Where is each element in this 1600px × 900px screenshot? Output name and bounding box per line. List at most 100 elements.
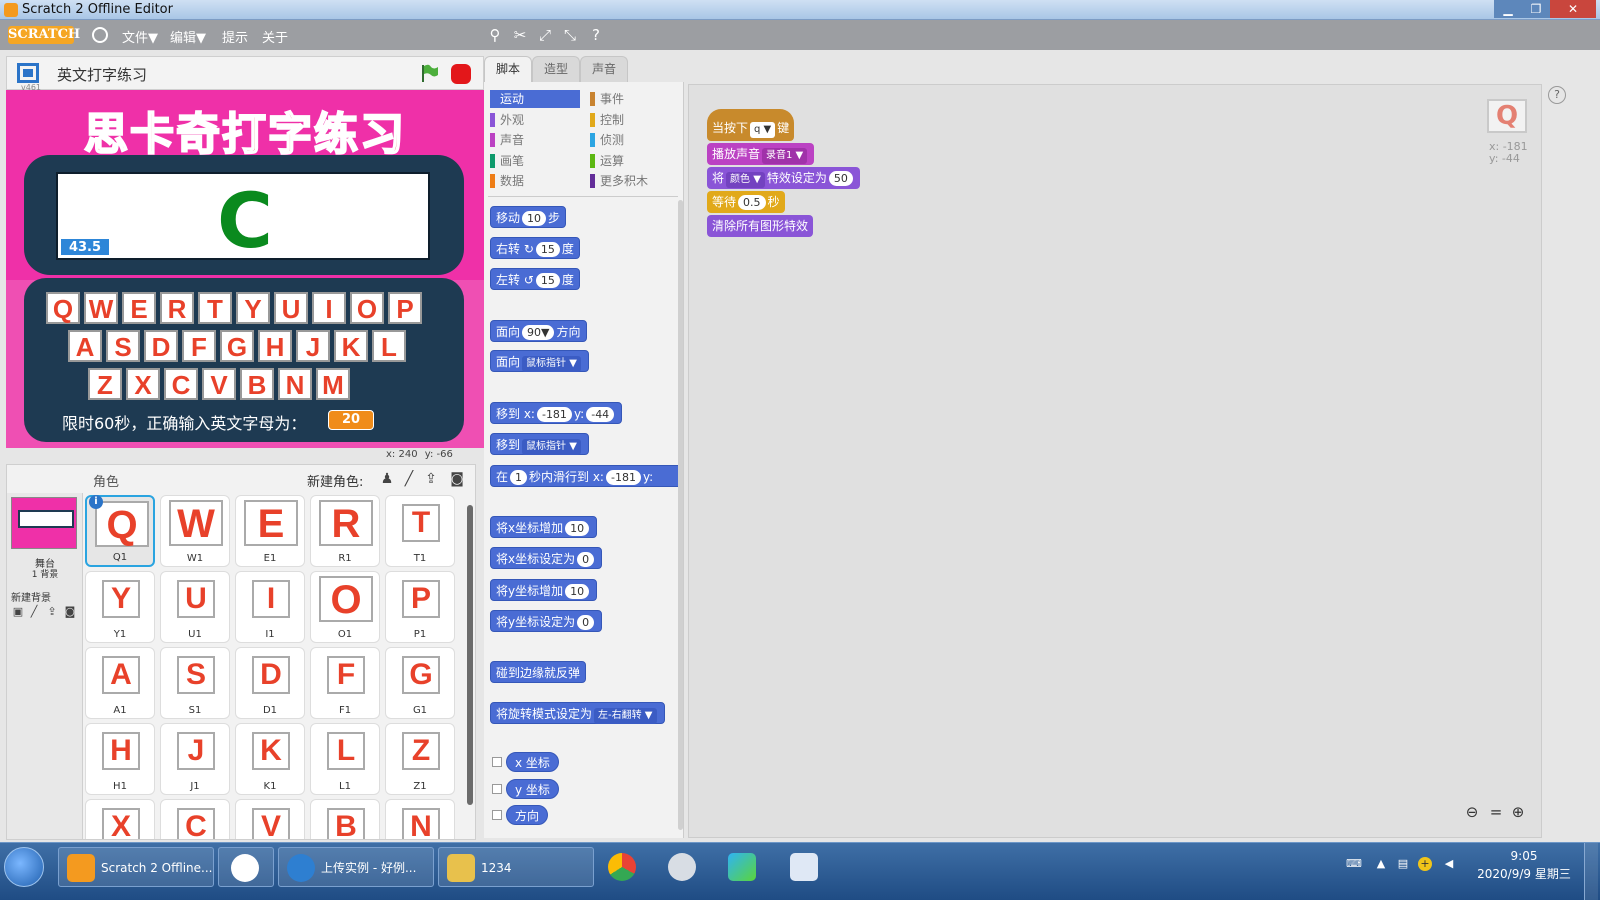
- block-point-towards-dropdown[interactable]: 鼠标指针 ▼: [522, 356, 581, 372]
- block-change-x[interactable]: 将x坐标增加 10: [490, 516, 598, 538]
- help-icon[interactable]: ?: [587, 26, 605, 44]
- effect-dropdown[interactable]: 颜色 ▼: [726, 172, 765, 188]
- side-help-icon[interactable]: ?: [1548, 86, 1566, 104]
- sprite-tile-k[interactable]: K K1: [235, 723, 305, 795]
- block-move-input[interactable]: 10: [522, 211, 547, 226]
- block-glide-secs[interactable]: 1: [510, 470, 528, 485]
- green-flag-icon[interactable]: [419, 63, 439, 83]
- camera-icon[interactable]: ◙: [447, 469, 467, 489]
- checkbox-y-position[interactable]: [492, 784, 502, 794]
- category-6[interactable]: 画笔: [490, 152, 580, 170]
- sprite-scrollbar[interactable]: [467, 505, 473, 805]
- sprite-tile-o[interactable]: O O1: [310, 571, 380, 643]
- sprite-tile-x[interactable]: X: [85, 799, 155, 839]
- language-globe-icon[interactable]: [92, 27, 108, 43]
- cut-icon[interactable]: ✂: [511, 26, 529, 44]
- block-set-x[interactable]: 将x坐标设定为 0: [490, 547, 603, 569]
- wait-value[interactable]: 0.5: [738, 195, 766, 210]
- sprite-tile-y[interactable]: Y Y1: [85, 571, 155, 643]
- sprite-tile-s[interactable]: S S1: [160, 647, 230, 719]
- sprite-tile-t[interactable]: T T1: [385, 495, 455, 567]
- volume-icon[interactable]: ◀: [1442, 857, 1456, 871]
- effect-value[interactable]: 50: [828, 171, 853, 186]
- taskbar-item-browser[interactable]: 上传实例 - 好例...: [278, 847, 434, 887]
- stage-column[interactable]: 舞台 1 背景 新建背景 ▣ ╱ ⇪ ◙: [7, 493, 83, 839]
- checkbox-direction[interactable]: [492, 810, 502, 820]
- stage-canvas[interactable]: 思卡奇打字练习 C 43.5 QWERTYUIOPASDFGHJKLZXCVBN…: [6, 90, 484, 448]
- category-9[interactable]: 更多积木: [590, 172, 680, 190]
- sprite-tile-j[interactable]: J J1: [160, 723, 230, 795]
- menu-edit[interactable]: 编辑▼: [170, 27, 206, 46]
- block-rotation-style[interactable]: 将旋转模式设定为 左-右翻转 ▼: [490, 702, 665, 724]
- sound-dropdown[interactable]: 录音1 ▼: [762, 148, 808, 164]
- key-dropdown[interactable]: q ▼: [750, 122, 776, 138]
- block-turn-right-input[interactable]: 15: [535, 242, 560, 257]
- script-set-effect[interactable]: 将颜色 ▼ 特效设定为 50: [707, 167, 860, 189]
- palette-scrollbar[interactable]: [678, 200, 683, 830]
- block-goto-dropdown[interactable]: 鼠标指针 ▼: [522, 439, 581, 455]
- stop-sign-icon[interactable]: [451, 64, 471, 84]
- reporter-y-position[interactable]: y 坐标: [506, 779, 559, 799]
- block-set-y[interactable]: 将y坐标设定为 0: [490, 610, 603, 632]
- upload-sprite-icon[interactable]: ⇪: [421, 469, 441, 489]
- sprite-tile-a[interactable]: A A1: [85, 647, 155, 719]
- sprite-tile-b[interactable]: B: [310, 799, 380, 839]
- fullscreen-icon[interactable]: [17, 63, 39, 83]
- script-wait[interactable]: 等待 0.5 秒: [707, 191, 785, 213]
- close-button[interactable]: ✕: [1550, 0, 1596, 18]
- block-goto-xy-y[interactable]: -44: [586, 407, 615, 422]
- taskbar-item-app[interactable]: [218, 847, 274, 887]
- block-goto[interactable]: 移到 鼠标指针 ▼: [490, 433, 589, 455]
- sprite-tile-f[interactable]: F F1: [310, 647, 380, 719]
- sprite-tile-i[interactable]: I I1: [235, 571, 305, 643]
- category-5[interactable]: 侦测: [590, 131, 680, 149]
- paint-sprite-icon[interactable]: ╱: [399, 469, 419, 489]
- zoom-in-icon[interactable]: ⊕: [1509, 803, 1527, 821]
- block-set-x-input[interactable]: 0: [577, 552, 595, 567]
- block-point-direction[interactable]: 面向 90▼ 方向: [490, 320, 587, 342]
- block-bounce[interactable]: 碰到边缘就反弹: [490, 661, 587, 683]
- category-3[interactable]: 控制: [590, 111, 680, 129]
- block-point-towards[interactable]: 面向 鼠标指针 ▼: [490, 350, 589, 372]
- show-desktop-button[interactable]: [1584, 843, 1598, 900]
- block-point-direction-input[interactable]: 90▼: [522, 325, 555, 340]
- sprite-tile-z[interactable]: Z Z1: [385, 723, 455, 795]
- category-2[interactable]: 外观: [490, 111, 580, 129]
- sprite-tile-n[interactable]: N: [385, 799, 455, 839]
- tab-costumes[interactable]: 造型: [532, 56, 580, 82]
- update-icon[interactable]: +: [1418, 857, 1432, 871]
- taskbar-item-folder[interactable]: 1234: [438, 847, 594, 887]
- sprite-tile-p[interactable]: P P1: [385, 571, 455, 643]
- grow-icon[interactable]: ⤢: [536, 26, 554, 44]
- taskbar-item-scratch[interactable]: Scratch 2 Offline...: [58, 847, 214, 887]
- block-turn-left-input[interactable]: 15: [535, 273, 560, 288]
- block-rotation-style-dropdown[interactable]: 左-右翻转 ▼: [594, 708, 657, 724]
- category-7[interactable]: 运算: [590, 152, 680, 170]
- block-goto-xy[interactable]: 移到 x: -181 y: -44: [490, 402, 623, 424]
- upload-backdrop-icon[interactable]: ⇪: [45, 605, 59, 619]
- menu-tips[interactable]: 提示: [222, 27, 248, 46]
- menu-about[interactable]: 关于: [262, 27, 288, 46]
- sprite-tile-g[interactable]: G G1: [385, 647, 455, 719]
- taskbar-pinned-player[interactable]: [724, 847, 764, 887]
- tray-expand-icon[interactable]: ▲: [1374, 857, 1388, 871]
- block-turn-right[interactable]: 右转 ↻ 15 度: [490, 237, 580, 259]
- sprite-tile-u[interactable]: U U1: [160, 571, 230, 643]
- block-goto-xy-x[interactable]: -181: [536, 407, 572, 422]
- block-turn-left[interactable]: 左转 ↺ 15 度: [490, 268, 580, 290]
- maximize-button[interactable]: ❐: [1522, 0, 1550, 18]
- script-play-sound[interactable]: 播放声音 录音1 ▼: [707, 143, 815, 165]
- zoom-reset-icon[interactable]: =: [1487, 803, 1505, 821]
- system-clock[interactable]: 9:05 2020/9/9 星期三: [1476, 847, 1572, 883]
- block-set-y-input[interactable]: 0: [577, 615, 595, 630]
- sprite-tile-h[interactable]: H H1: [85, 723, 155, 795]
- reporter-x-position[interactable]: x 坐标: [506, 752, 559, 772]
- zoom-out-icon[interactable]: ⊖: [1463, 803, 1481, 821]
- block-move[interactable]: 移动 10 步: [490, 206, 567, 228]
- category-4[interactable]: 声音: [490, 131, 580, 149]
- sprite-tile-d[interactable]: D D1: [235, 647, 305, 719]
- checkbox-x-position[interactable]: [492, 757, 502, 767]
- sprite-tile-v[interactable]: V: [235, 799, 305, 839]
- camera-backdrop-icon[interactable]: ◙: [63, 605, 77, 619]
- project-title[interactable]: 英文打字练习: [57, 64, 147, 85]
